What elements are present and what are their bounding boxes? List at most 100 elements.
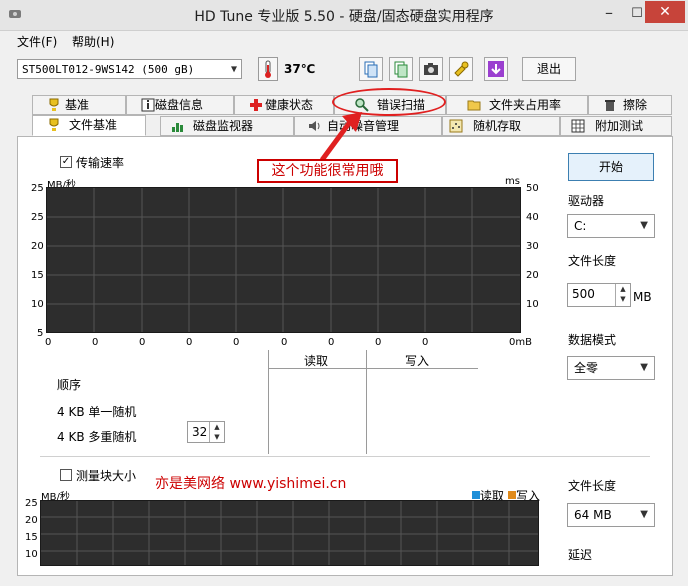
y-tick-left: 20 xyxy=(31,241,44,252)
x-tick: 0 xyxy=(375,337,382,348)
file-length-stepper[interactable]: 500 ▲ ▼ xyxy=(567,283,631,307)
legend-read-swatch xyxy=(472,491,480,499)
chevron-down-icon: ▼ xyxy=(640,220,648,231)
tab-disk-info[interactable]: 磁盘信息 xyxy=(126,95,234,115)
drive-select[interactable]: ST500LT012-9WS142 (500 gB) ▼ xyxy=(17,59,242,79)
file-length-label: 文件长度 xyxy=(568,254,617,268)
plus-icon xyxy=(250,99,262,111)
block-size-label: 测量块大小 xyxy=(76,469,137,483)
stepper-arrows-icon[interactable]: ▲ ▼ xyxy=(615,284,630,306)
results-divider xyxy=(268,350,269,454)
tab-extra-tests[interactable]: 附加测试 xyxy=(560,116,672,136)
block-y-tick: 20 xyxy=(25,515,38,526)
y-tick-right: 40 xyxy=(526,212,539,223)
save-button[interactable] xyxy=(484,57,508,81)
section-divider xyxy=(40,456,650,457)
exit-button[interactable]: 退出 xyxy=(522,57,576,81)
x-tick: 0 xyxy=(328,337,335,348)
download-icon xyxy=(488,61,504,77)
tab-file-benchmark[interactable]: 文件基准 xyxy=(32,115,146,136)
folder-icon xyxy=(467,100,481,111)
block-y-tick: 25 xyxy=(25,498,38,509)
y-tick-right: 10 xyxy=(526,299,539,310)
x-tick: 0 xyxy=(422,337,429,348)
y-tick-left: 15 xyxy=(31,270,44,281)
menu-help[interactable]: 帮助(H) xyxy=(72,33,114,50)
transfer-rate-chart xyxy=(46,187,521,333)
minimize-button[interactable]: – xyxy=(598,4,620,24)
x-tick: 0 xyxy=(92,337,99,348)
screenshot-button[interactable] xyxy=(419,57,443,81)
copy-screen-icon xyxy=(394,61,408,78)
results-row-4k-multi: 4 KB 多重随机 xyxy=(57,430,137,444)
block-y-tick: 10 xyxy=(25,549,38,560)
copy-button[interactable] xyxy=(359,57,383,81)
tab-benchmark[interactable]: 基准 xyxy=(32,95,126,115)
tab-folder-usage[interactable]: 文件夹占用率 xyxy=(446,95,588,115)
temperature-readout: 37℃ xyxy=(284,62,316,76)
block-size-checkbox[interactable] xyxy=(60,469,72,481)
chevron-down-icon: ▼ xyxy=(640,362,648,373)
data-mode-combo[interactable]: 全零 ▼ xyxy=(567,356,655,380)
chevron-down-icon: ▼ xyxy=(230,64,237,75)
grid-icon xyxy=(571,119,585,133)
camera-icon xyxy=(424,63,438,75)
block-size-chart xyxy=(40,500,539,566)
bar-chart-icon xyxy=(172,123,183,132)
hdtune-window: HD Tune 专业版 5.50 - 硬盘/固态硬盘实用程序 – ☐ ✕ 文件(… xyxy=(0,0,688,586)
scatter-icon xyxy=(449,119,463,133)
legend-write-swatch xyxy=(508,491,516,499)
x-tick: 0 xyxy=(45,337,52,348)
block-size-grid xyxy=(41,501,538,565)
x-tick: 0 xyxy=(281,337,288,348)
x-tick: 0 xyxy=(139,337,146,348)
y-tick-left-top: 25 xyxy=(31,183,44,194)
start-button[interactable]: 开始 xyxy=(568,153,654,181)
copy-icon xyxy=(364,61,378,78)
menu-file[interactable]: 文件(F) xyxy=(17,33,57,50)
y-unit-right: ms xyxy=(505,176,520,187)
transfer-rate-checkbox[interactable]: ✓ xyxy=(60,156,72,168)
y-tick-right: 30 xyxy=(526,241,539,252)
x-tick: 0mB xyxy=(509,337,532,348)
tab-random-access[interactable]: 随机存取 xyxy=(442,116,560,136)
drive-select-value: ST500LT012-9WS142 (500 gB) xyxy=(22,63,195,76)
drive-label: 驱动器 xyxy=(568,194,605,208)
y-tick-right: 20 xyxy=(526,270,539,281)
results-col-write: 写入 xyxy=(405,354,430,368)
menu-bar: 文件(F) 帮助(H) xyxy=(0,31,688,51)
x-tick: 0 xyxy=(186,337,193,348)
chevron-down-icon: ▼ xyxy=(640,509,648,520)
delay-label: 延迟 xyxy=(568,548,593,562)
x-tick: 0 xyxy=(233,337,240,348)
queue-depth-stepper[interactable]: 32 ▲ ▼ xyxy=(187,421,225,443)
block-file-length-label: 文件长度 xyxy=(568,479,617,493)
title-bar: HD Tune 专业版 5.50 - 硬盘/固态硬盘实用程序 – ☐ ✕ xyxy=(0,0,688,31)
block-y-tick: 15 xyxy=(25,532,38,543)
close-button[interactable]: ✕ xyxy=(645,1,685,23)
file-length-unit: MB xyxy=(633,290,652,304)
watermark: 亦是美网络 www.yishimei.cn xyxy=(155,476,347,492)
tab-disk-monitor[interactable]: 磁盘监视器 xyxy=(160,116,294,136)
stepper-arrows-icon[interactable]: ▲ ▼ xyxy=(209,422,224,442)
results-row-4k-single: 4 KB 单一随机 xyxy=(57,405,137,419)
results-row-sequential: 顺序 xyxy=(57,378,82,392)
transfer-rate-grid xyxy=(47,188,520,332)
transfer-rate-label: 传输速率 xyxy=(76,156,125,170)
annotation-callout: 这个功能很常用哦 xyxy=(257,159,398,183)
results-divider xyxy=(366,350,367,454)
trash-icon xyxy=(605,100,615,111)
annotation-arrow xyxy=(319,112,362,162)
block-file-length-combo[interactable]: 64 MB ▼ xyxy=(567,503,655,527)
tab-erase[interactable]: 擦除 xyxy=(588,95,672,115)
options-button[interactable] xyxy=(449,57,473,81)
results-col-read: 读取 xyxy=(304,354,329,368)
y-tick-left: 25 xyxy=(31,212,44,223)
copy-screen-button[interactable] xyxy=(389,57,413,81)
options-icon xyxy=(454,61,469,77)
window-title: HD Tune 专业版 5.50 - 硬盘/固态硬盘实用程序 xyxy=(194,9,494,25)
y-tick-left: 10 xyxy=(31,299,44,310)
thermometer-icon xyxy=(258,57,278,81)
drive-combo[interactable]: C: ▼ xyxy=(567,214,655,238)
data-mode-label: 数据模式 xyxy=(568,333,617,347)
